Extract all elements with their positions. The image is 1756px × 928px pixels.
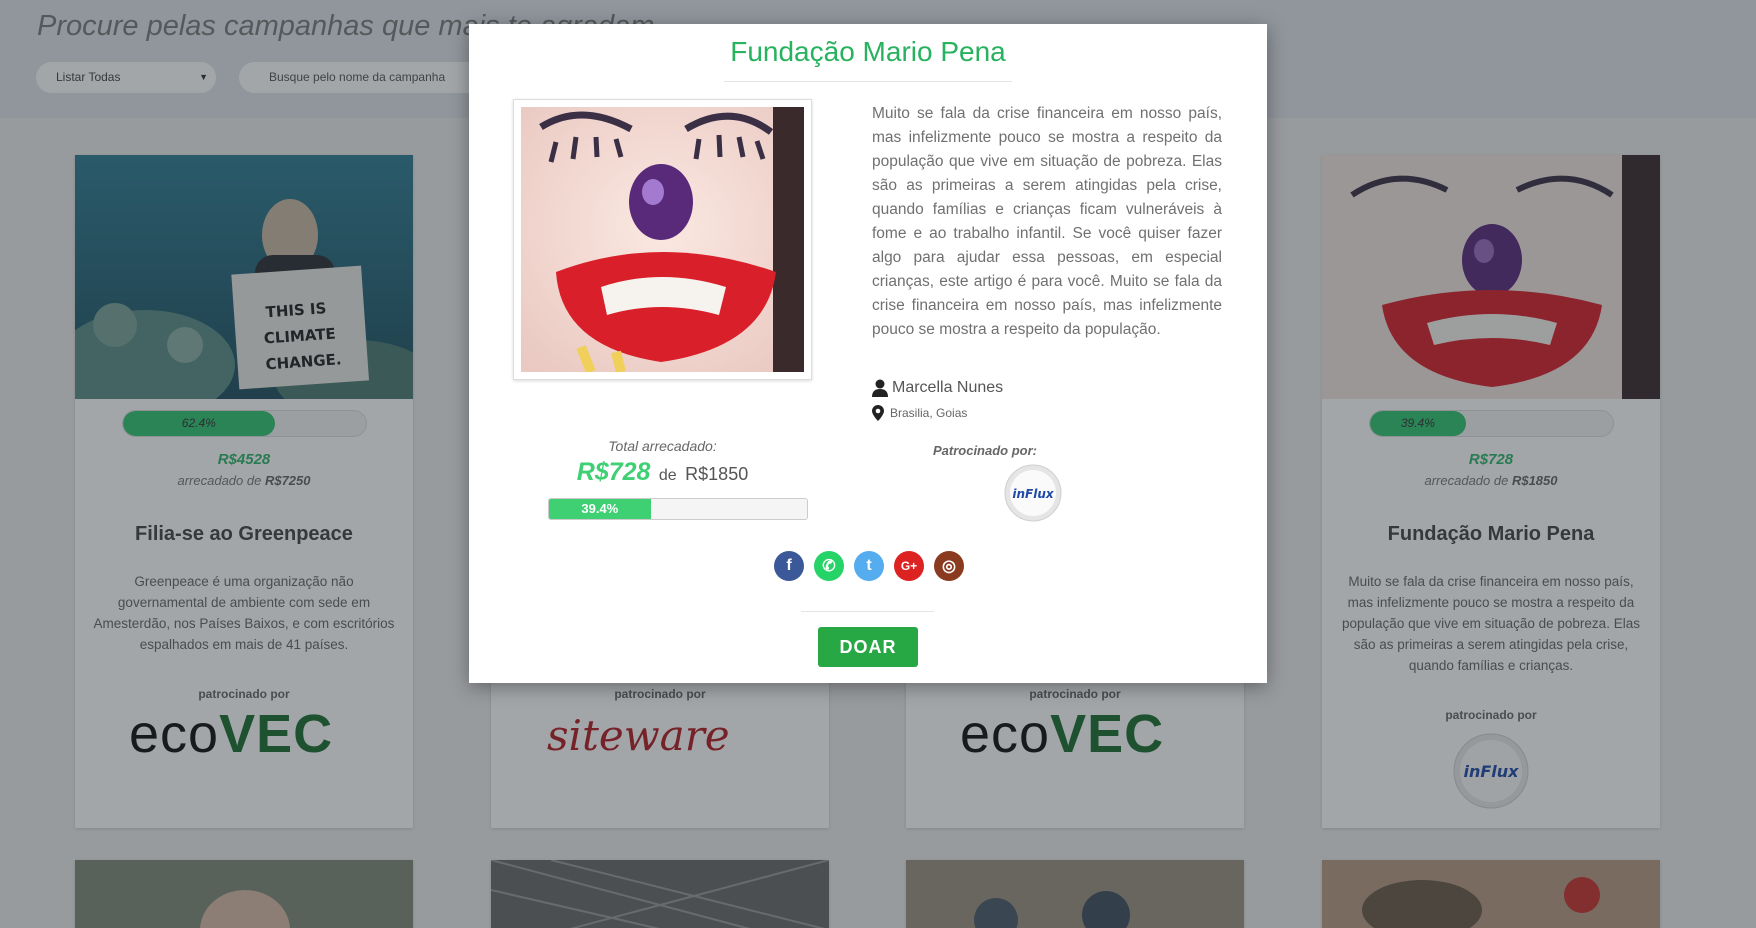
raised-amount: R$728 bbox=[576, 458, 651, 486]
user-icon bbox=[872, 379, 888, 397]
twitter-icon[interactable]: t bbox=[854, 551, 884, 581]
sponsor-label: Patrocinado por: bbox=[932, 443, 1037, 458]
de-text: de bbox=[658, 467, 677, 484]
divider bbox=[724, 81, 1012, 82]
location-text: Brasilia, Goias bbox=[890, 406, 968, 420]
divider bbox=[801, 611, 934, 612]
svg-text:inFlux: inFlux bbox=[1012, 487, 1055, 501]
modal-title: Fundação Mario Pena bbox=[730, 36, 1006, 67]
influx-logo[interactable]: inFlux bbox=[1004, 464, 1062, 522]
total-label: Total arrecadado: bbox=[608, 438, 717, 454]
campaign-photo bbox=[513, 99, 812, 380]
progress-fill: 39.4% bbox=[549, 499, 651, 519]
total-amount: R$728 de R$1850 bbox=[513, 458, 812, 487]
whatsapp-icon[interactable]: ✆ bbox=[814, 551, 844, 581]
author-name: Marcella Nunes bbox=[892, 379, 1004, 396]
author: Marcella Nunes bbox=[872, 379, 1003, 397]
google-plus-icon[interactable]: G+ bbox=[894, 551, 924, 581]
map-pin-icon bbox=[872, 405, 884, 421]
progress-bar: 39.4% bbox=[548, 498, 808, 520]
campaign-modal: Fundação Mario Pena Muito se fala da cri… bbox=[469, 24, 1267, 683]
goal-amount: R$1850 bbox=[685, 464, 749, 484]
share-buttons: f ✆ t G+ ◎ bbox=[469, 551, 1267, 581]
instagram-icon[interactable]: ◎ bbox=[934, 551, 964, 581]
facebook-icon[interactable]: f bbox=[774, 551, 804, 581]
donate-button[interactable]: DOAR bbox=[818, 627, 918, 667]
location: Brasilia, Goias bbox=[872, 405, 967, 421]
modal-description: Muito se fala da crise financeira em nos… bbox=[872, 105, 1222, 338]
